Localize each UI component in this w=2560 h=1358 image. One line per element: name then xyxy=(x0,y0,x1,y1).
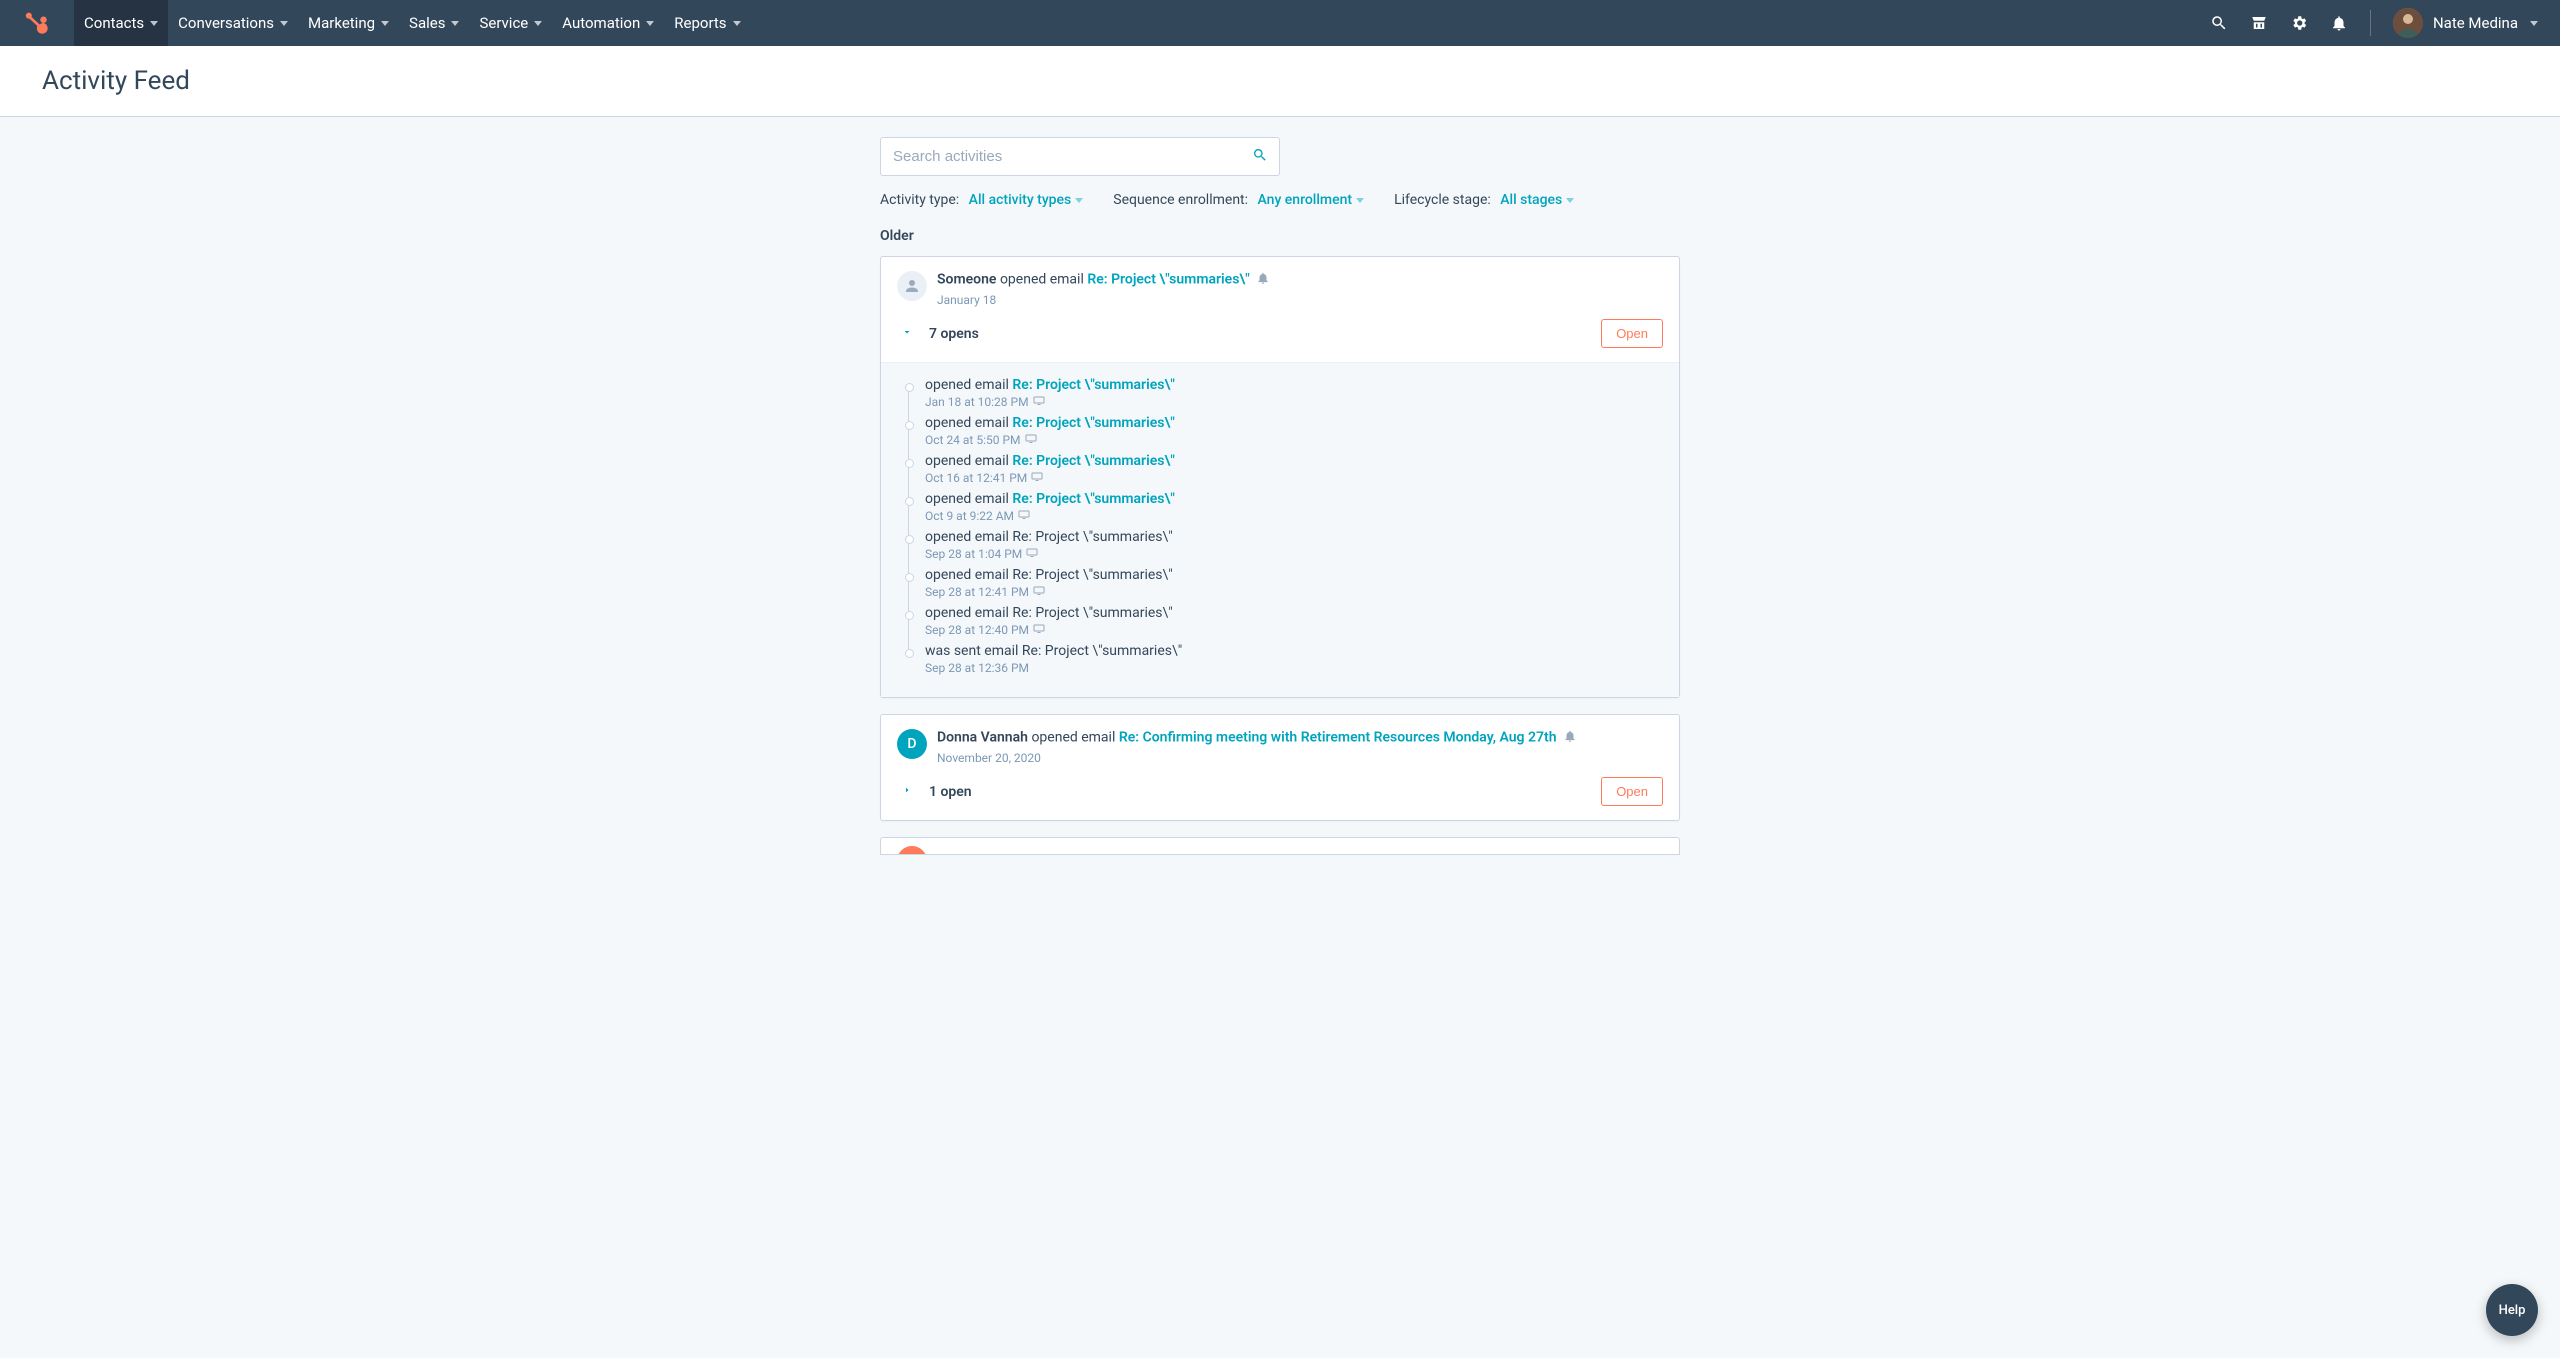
filter-activity-type[interactable]: All activity types xyxy=(969,192,1084,208)
activity-date: November 20, 2020 xyxy=(937,751,1577,765)
search-icon[interactable] xyxy=(2210,14,2228,32)
section-label: Older xyxy=(880,228,1680,244)
page-title: Activity Feed xyxy=(42,66,2518,96)
nav-item-reports[interactable]: Reports xyxy=(664,0,750,46)
email-subject-link[interactable]: Re: Project \"summaries\" xyxy=(1012,453,1174,469)
timeline-item: opened email Re: Project \"summaries\"Se… xyxy=(909,529,1661,567)
email-subject-link[interactable]: Re: Project \"summaries\" xyxy=(1012,491,1174,507)
timeline-item: opened email Re: Project \"summaries\"Oc… xyxy=(909,491,1661,529)
monitor-icon xyxy=(1033,585,1045,599)
monitor-icon xyxy=(1018,509,1030,523)
activity-card: D Donna Vannah opened email Re: Confirmin… xyxy=(880,714,1680,821)
timeline: opened email Re: Project \"summaries\"Ja… xyxy=(881,362,1679,697)
timeline-time: Oct 9 at 9:22 AM xyxy=(925,509,1661,523)
chevron-down-icon xyxy=(733,21,741,26)
marketplace-icon[interactable] xyxy=(2250,14,2268,32)
filter-label-activity-type: Activity type: xyxy=(880,192,959,208)
avatar xyxy=(897,271,927,301)
chevron-down-icon[interactable] xyxy=(901,326,913,342)
gear-icon[interactable] xyxy=(2290,14,2308,32)
opens-count: 7 opens xyxy=(929,326,979,342)
opens-count: 1 open xyxy=(929,784,972,800)
chevron-down-icon xyxy=(1075,198,1083,203)
page-header: Activity Feed xyxy=(0,46,2560,117)
user-menu[interactable]: Nate Medina xyxy=(2393,8,2538,38)
chevron-down-icon xyxy=(1356,198,1364,203)
timeline-time: Sep 28 at 12:40 PM xyxy=(925,623,1661,637)
timeline-time: Sep 28 at 1:04 PM xyxy=(925,547,1661,561)
chevron-down-icon xyxy=(150,21,158,26)
activity-card: Someone opened email Re: Project \"summa… xyxy=(880,256,1680,698)
filter-label-lifecycle: Lifecycle stage: xyxy=(1394,192,1491,208)
help-button[interactable]: Help xyxy=(2486,1284,2538,1336)
activity-title: Someone opened email Re: Project \"summa… xyxy=(937,271,1270,289)
monitor-icon xyxy=(1026,547,1038,561)
nav-item-service[interactable]: Service xyxy=(469,0,552,46)
avatar xyxy=(897,846,927,855)
activity-card-peek xyxy=(880,837,1680,855)
hubspot-logo[interactable] xyxy=(0,0,74,46)
bell-icon[interactable] xyxy=(1256,271,1270,289)
open-button[interactable]: Open xyxy=(1601,319,1663,348)
timeline-item: opened email Re: Project \"summaries\"Oc… xyxy=(909,453,1661,491)
timeline-item: opened email Re: Project \"summaries\"Oc… xyxy=(909,415,1661,453)
activity-title: Donna Vannah opened email Re: Confirming… xyxy=(937,729,1577,747)
nav-item-sales[interactable]: Sales xyxy=(399,0,469,46)
search-input[interactable] xyxy=(880,137,1280,176)
monitor-icon xyxy=(1033,395,1045,409)
nav-item-automation[interactable]: Automation xyxy=(552,0,664,46)
chevron-down-icon xyxy=(646,21,654,26)
avatar: D xyxy=(897,729,927,759)
timeline-time: Sep 28 at 12:36 PM xyxy=(925,661,1661,675)
monitor-icon xyxy=(1031,471,1043,485)
open-button[interactable]: Open xyxy=(1601,777,1663,806)
chevron-down-icon xyxy=(1566,198,1574,203)
user-name-label: Nate Medina xyxy=(2433,14,2518,32)
timeline-item: opened email Re: Project \"summaries\"Ja… xyxy=(909,377,1661,415)
timeline-time: Oct 16 at 12:41 PM xyxy=(925,471,1661,485)
avatar xyxy=(2393,8,2423,38)
activity-date: January 18 xyxy=(937,293,1270,307)
filter-sequence[interactable]: Any enrollment xyxy=(1258,192,1365,208)
search-input-wrapper xyxy=(880,137,1280,176)
chevron-down-icon xyxy=(2530,21,2538,26)
chevron-down-icon xyxy=(451,21,459,26)
filter-lifecycle[interactable]: All stages xyxy=(1500,192,1574,208)
nav-item-contacts[interactable]: Contacts xyxy=(74,0,168,46)
search-icon[interactable] xyxy=(1252,147,1268,167)
email-subject-link[interactable]: Re: Project \"summaries\" xyxy=(1012,415,1174,431)
timeline-time: Oct 24 at 5:50 PM xyxy=(925,433,1661,447)
monitor-icon xyxy=(1033,623,1045,637)
email-subject-link[interactable]: Re: Confirming meeting with Retirement R… xyxy=(1119,730,1557,746)
timeline-time: Jan 18 at 10:28 PM xyxy=(925,395,1661,409)
timeline-time: Sep 28 at 12:41 PM xyxy=(925,585,1661,599)
chevron-down-icon xyxy=(534,21,542,26)
bell-icon[interactable] xyxy=(1563,729,1577,747)
chevron-right-icon[interactable] xyxy=(901,784,913,800)
nav-divider xyxy=(2370,10,2371,36)
nav-item-marketing[interactable]: Marketing xyxy=(298,0,399,46)
nav-item-conversations[interactable]: Conversations xyxy=(168,0,298,46)
filter-bar: Activity type: All activity types Sequen… xyxy=(880,192,1680,208)
timeline-item: was sent email Re: Project \"summaries\"… xyxy=(909,643,1661,681)
monitor-icon xyxy=(1025,433,1037,447)
timeline-item: opened email Re: Project \"summaries\"Se… xyxy=(909,605,1661,643)
email-subject-link[interactable]: Re: Project \"summaries\" xyxy=(1012,377,1174,393)
chevron-down-icon xyxy=(381,21,389,26)
email-subject-link[interactable]: Re: Project \"summaries\" xyxy=(1087,272,1249,288)
top-nav: ContactsConversationsMarketingSalesServi… xyxy=(0,0,2560,46)
chevron-down-icon xyxy=(280,21,288,26)
filter-label-sequence: Sequence enrollment: xyxy=(1113,192,1248,208)
timeline-item: opened email Re: Project \"summaries\"Se… xyxy=(909,567,1661,605)
bell-icon[interactable] xyxy=(2330,14,2348,32)
